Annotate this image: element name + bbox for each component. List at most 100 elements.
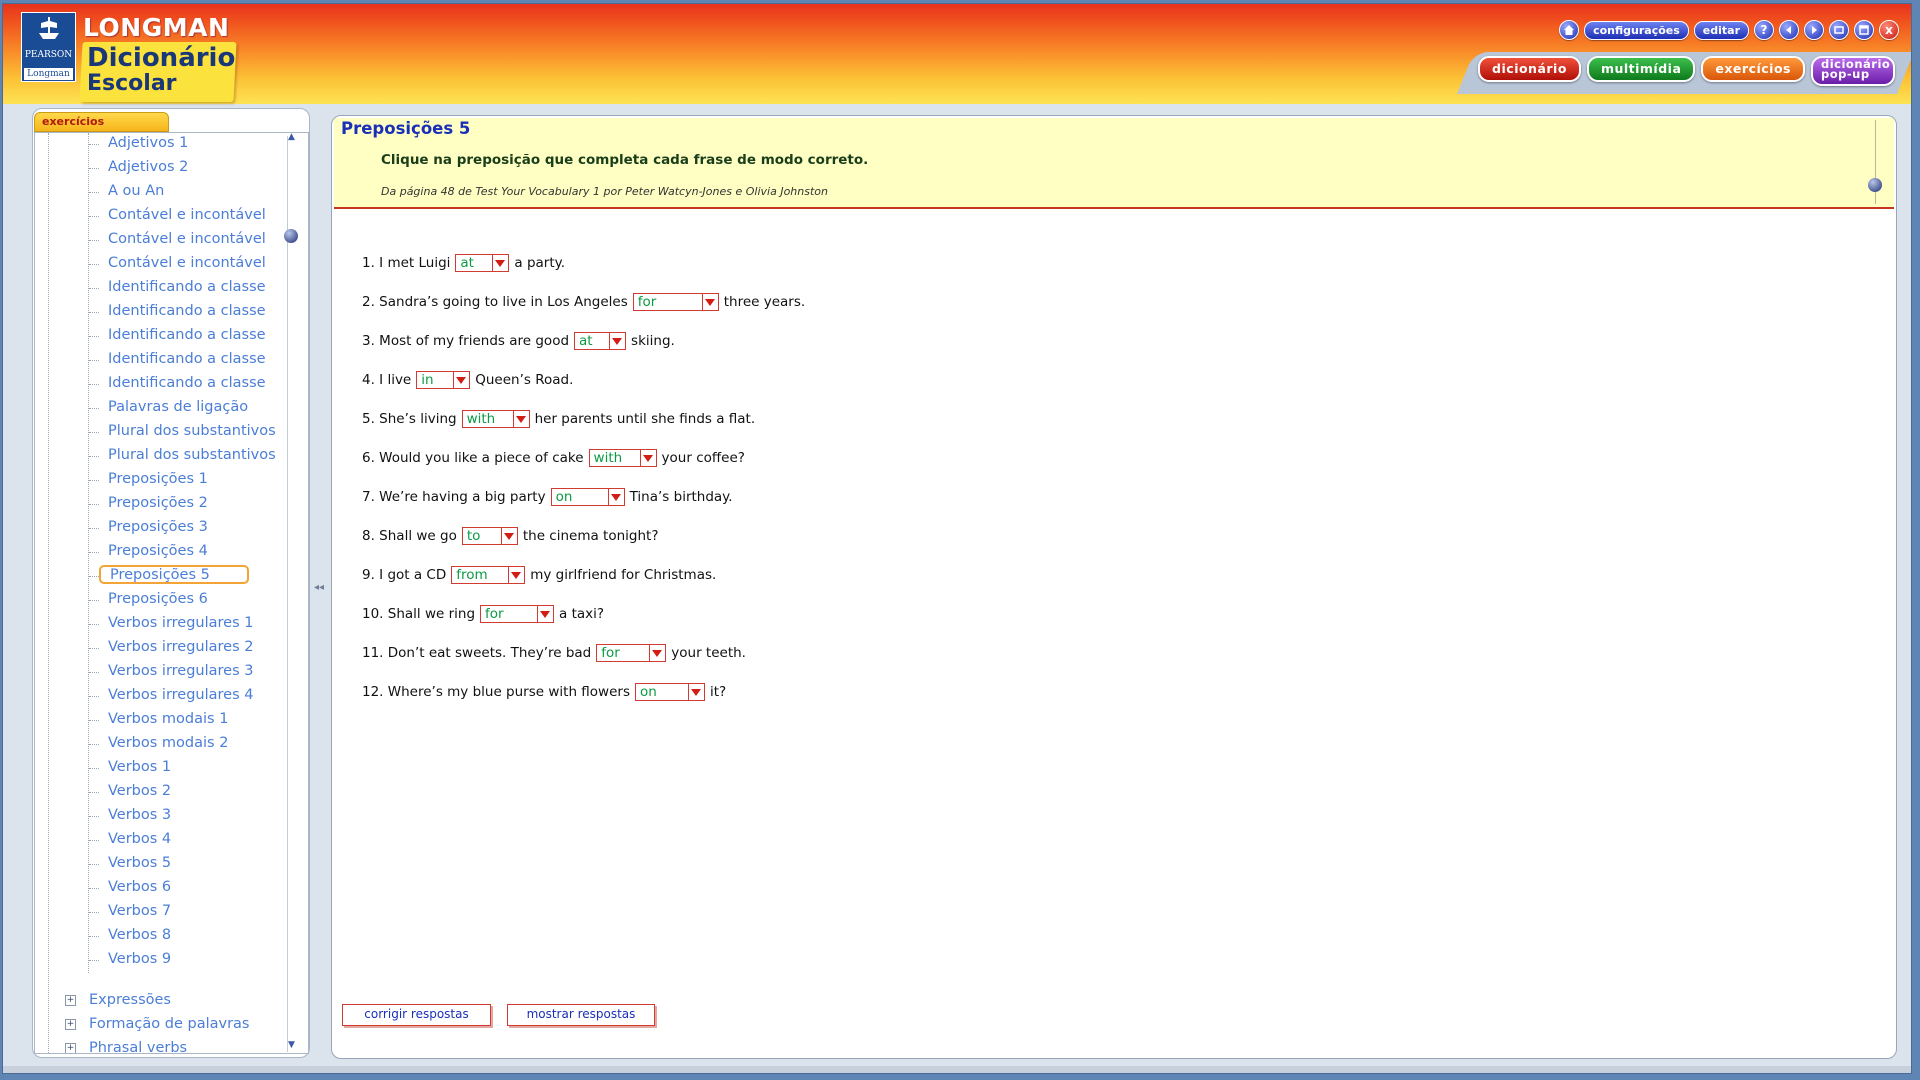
answer-dropdown[interactable]: for [480, 605, 555, 623]
scroll-down-icon[interactable]: ▼ [288, 1040, 295, 1050]
sidebar-item[interactable]: Verbos irregulares 2 [108, 637, 308, 657]
tab-exercises[interactable]: exercícios [1701, 56, 1805, 82]
answer-dropdown[interactable]: for [596, 644, 667, 662]
home-icon[interactable] [1559, 20, 1580, 40]
sidebar-item[interactable]: Identificando a classe [108, 277, 308, 297]
sidebar-item[interactable]: Identificando a classe [108, 373, 308, 393]
settings-button[interactable]: configurações [1584, 20, 1689, 40]
sidebar-item[interactable]: Adjetivos 1 [108, 133, 308, 153]
sidebar-item[interactable]: Verbos 8 [108, 925, 308, 945]
tab-popup-dictionary[interactable]: dicionário pop-up [1811, 56, 1895, 86]
tree-connector [89, 648, 99, 649]
sidebar-item[interactable]: Plural dos substantivos [108, 421, 308, 441]
expand-icon[interactable]: + [65, 1043, 76, 1053]
sidebar-group[interactable]: Expressões [89, 990, 171, 1010]
edit-button[interactable]: editar [1693, 20, 1749, 40]
sidebar-item[interactable]: Preposições 2 [108, 493, 308, 513]
answer-dropdown[interactable]: with [588, 449, 657, 467]
tab-dictionary[interactable]: dicionário [1478, 56, 1581, 82]
instruction-scrollbar[interactable] [1868, 120, 1886, 204]
answer-dropdown[interactable]: for [632, 293, 719, 311]
chevron-down-icon[interactable] [492, 255, 508, 271]
sidebar-item[interactable]: Preposições 3 [108, 517, 308, 537]
sidebar-item[interactable]: Verbos 3 [108, 805, 308, 825]
main-tabs: dicionário multimídia exercícios dicioná… [1478, 56, 1895, 86]
chevron-down-icon[interactable] [609, 333, 625, 349]
sidebar-item[interactable]: Preposições 1 [108, 469, 308, 489]
minimize-icon[interactable] [1829, 20, 1849, 40]
sidebar-item[interactable]: Verbos 2 [108, 781, 308, 801]
expand-icon[interactable]: + [65, 995, 76, 1006]
chevron-down-icon[interactable] [649, 645, 665, 661]
forward-icon[interactable] [1804, 20, 1824, 40]
sidebar-item[interactable]: Verbos modais 2 [108, 733, 308, 753]
sidebar-item[interactable]: Contável e incontável [108, 253, 308, 273]
sidebar-item[interactable]: Preposições 5 [99, 565, 249, 584]
answer-value: from [456, 567, 488, 583]
sidebar-item[interactable]: Verbos 7 [108, 901, 308, 921]
sidebar-item[interactable]: Preposições 6 [108, 589, 308, 609]
sidebar-item[interactable]: Verbos 4 [108, 829, 308, 849]
sidebar-item[interactable]: Verbos 9 [108, 949, 308, 969]
answer-dropdown[interactable]: from [451, 566, 526, 584]
chevron-down-icon[interactable] [687, 684, 704, 700]
sidebar-item[interactable]: Identificando a classe [108, 349, 308, 369]
chevron-down-icon[interactable] [508, 567, 524, 583]
question-text-after: my girlfriend for Christmas. [530, 567, 717, 583]
sidebar-item[interactable]: Adjetivos 2 [108, 157, 308, 177]
question-text-before: 3. Most of my friends are good [362, 333, 570, 349]
chevron-down-icon[interactable] [512, 411, 529, 427]
answer-dropdown[interactable]: at [574, 332, 627, 350]
sidebar-item[interactable]: Verbos irregulares 1 [108, 613, 308, 633]
sidebar-item[interactable]: Contável e incontável [108, 229, 308, 249]
tree-connector [89, 288, 99, 289]
maximize-icon[interactable] [1854, 20, 1874, 40]
sidebar-item[interactable]: Verbos 5 [108, 853, 308, 873]
sidebar-tab[interactable]: exercícios [34, 112, 169, 132]
chevron-down-icon[interactable] [639, 450, 656, 466]
tree-connector [89, 384, 99, 385]
answer-dropdown[interactable]: to [461, 527, 518, 545]
collapse-sidebar-icon[interactable]: ◂◂ [314, 582, 324, 593]
check-answers-button[interactable]: corrigir respostas [342, 1004, 491, 1026]
sidebar-item[interactable]: Preposições 4 [108, 541, 308, 561]
answer-dropdown[interactable]: with [461, 410, 530, 428]
tree-connector [89, 432, 99, 433]
chevron-down-icon[interactable] [500, 528, 517, 544]
chevron-down-icon[interactable] [607, 489, 624, 505]
chevron-down-icon[interactable] [701, 294, 718, 310]
sidebar-item[interactable]: Verbos 6 [108, 877, 308, 897]
close-button[interactable]: x [1879, 20, 1899, 40]
answer-value: on [555, 489, 573, 505]
sidebar-item[interactable]: Contável e incontável [108, 205, 308, 225]
chevron-down-icon[interactable] [537, 606, 553, 622]
sidebar-item[interactable]: Palavras de ligação [108, 397, 308, 417]
answer-dropdown[interactable]: on [634, 683, 705, 701]
sidebar-item[interactable]: Verbos modais 1 [108, 709, 308, 729]
app-window: PEARSON Longman LONGMAN Dicionário Escol… [2, 3, 1912, 1074]
sidebar-item[interactable]: Verbos irregulares 3 [108, 661, 308, 681]
question-text-before: 12. Where’s my blue purse with flowers [362, 684, 630, 700]
sidebar-item[interactable]: Verbos 1 [108, 757, 308, 777]
sidebar-scrollbar[interactable]: ▲ ▼ [284, 132, 300, 1052]
sidebar-item[interactable]: Verbos irregulares 4 [108, 685, 308, 705]
tab-multimedia[interactable]: multimídia [1586, 56, 1696, 82]
chevron-down-icon[interactable] [453, 372, 469, 388]
help-button[interactable]: ? [1754, 20, 1774, 40]
answer-dropdown[interactable]: on [550, 488, 625, 506]
sidebar-group[interactable]: Formação de palavras [89, 1014, 249, 1034]
sidebar-item[interactable]: A ou An [108, 181, 308, 201]
sidebar-item[interactable]: Identificando a classe [108, 301, 308, 321]
instruction-scroll-thumb[interactable] [1868, 178, 1882, 192]
scroll-up-icon[interactable]: ▲ [288, 132, 295, 142]
expand-icon[interactable]: + [65, 1019, 76, 1030]
answer-dropdown[interactable]: in [416, 371, 471, 389]
show-answers-button[interactable]: mostrar respostas [507, 1004, 655, 1026]
scroll-thumb[interactable] [284, 229, 298, 243]
back-icon[interactable] [1779, 20, 1799, 40]
sidebar-item[interactable]: Identificando a classe [108, 325, 308, 345]
sidebar-item[interactable]: Plural dos substantivos [108, 445, 308, 465]
tree-connector [89, 624, 99, 625]
sidebar-group[interactable]: Phrasal verbs [89, 1038, 187, 1053]
answer-dropdown[interactable]: at [455, 254, 510, 272]
